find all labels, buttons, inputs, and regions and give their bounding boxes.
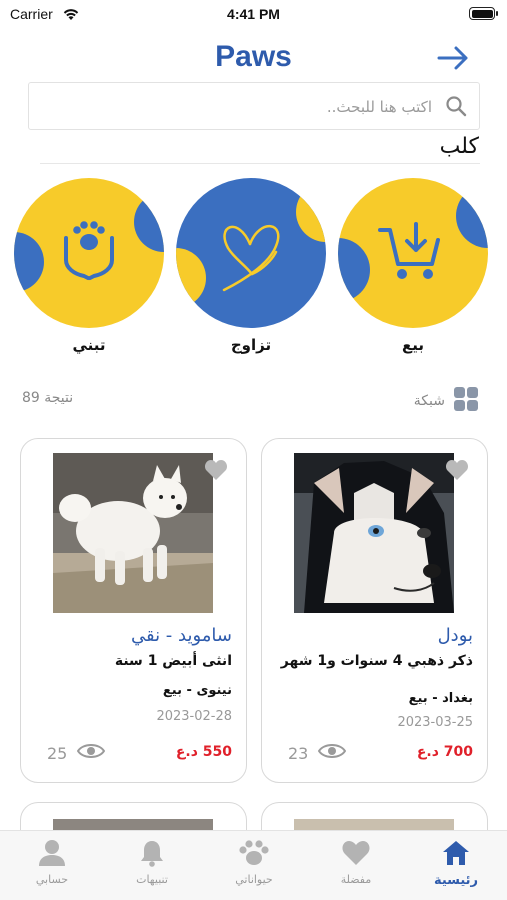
tab-my-pets[interactable]: حيواناتي [214, 839, 294, 886]
paw-icon [239, 840, 269, 865]
view-count: 25 [47, 743, 68, 763]
action-mating[interactable]: تزاوج [176, 178, 326, 354]
listing-price: 700 د.ع [416, 744, 473, 760]
eye-icon [318, 742, 347, 764]
pet-location: نينوى - بيع [162, 683, 232, 698]
adoption-label: تبني [72, 336, 106, 354]
pet-description: انثى أبيض 1 سنة [114, 653, 232, 669]
search-box [28, 82, 480, 130]
listing-date: 2023-02-28 [156, 709, 232, 724]
category-title: كلب [439, 134, 479, 159]
sell-circle[interactable] [338, 178, 488, 328]
bottom-tab-bar: رئيسية مفضلة حيواناتي تنبيهات حسابي [0, 830, 507, 900]
tab-label: تنبيهات [136, 873, 168, 886]
mating-circle[interactable] [176, 178, 326, 328]
adoption-circle[interactable] [14, 178, 164, 328]
listing-date: 2023-03-25 [397, 715, 473, 730]
results-count: 89 نتيجة [22, 390, 74, 406]
grid-view-label: شبكة [413, 393, 445, 409]
bell-icon [141, 841, 163, 867]
listing-card[interactable]: ساموید - نقي انثى أبيض 1 سنة نينوى - بيع… [20, 438, 247, 783]
eye-icon [77, 742, 106, 764]
grid-view-toggle[interactable]: شبكة [414, 386, 479, 416]
pet-description: ذكر ذهبي 4 سنوات و1 شهر [280, 653, 473, 669]
tab-label: رئيسية [433, 873, 479, 888]
cart-download-icon [378, 222, 440, 266]
pet-photo[interactable] [294, 453, 454, 613]
battery-icon [469, 7, 498, 20]
search-icon[interactable] [445, 95, 467, 121]
status-bar: Carrier 4:41 PM [0, 0, 507, 30]
tab-favorites[interactable]: مفضلة [316, 839, 396, 886]
views-counter: 23 [288, 742, 347, 764]
tab-notifications[interactable]: تنبيهات [112, 839, 192, 886]
heart-icon [342, 841, 370, 865]
user-icon [39, 840, 65, 866]
heart-icon [222, 224, 280, 292]
search-input[interactable] [37, 91, 432, 123]
sell-label: بيع [401, 336, 424, 354]
tab-account[interactable]: حسابي [12, 839, 92, 886]
home-icon [443, 841, 469, 865]
pet-breed: ساموید - نقي [130, 625, 232, 646]
forward-arrow-icon[interactable] [436, 44, 470, 72]
listing-price: 550 د.ع [175, 744, 232, 760]
listing-card[interactable]: بودل ذكر ذهبي 4 سنوات و1 شهر بغداد - بيع… [261, 438, 488, 783]
action-sell[interactable]: بيع [338, 178, 488, 354]
favorite-heart-icon[interactable] [445, 459, 469, 485]
hands-paw-icon [73, 221, 105, 250]
mating-label: تزاوج [230, 336, 272, 354]
favorite-heart-icon[interactable] [204, 459, 228, 485]
pet-location: بغداد - بيع [408, 691, 473, 706]
pet-photo[interactable] [53, 453, 213, 613]
tab-label: حسابي [35, 873, 69, 886]
tab-label: مفضلة [340, 873, 372, 886]
tab-label: حيواناتي [235, 873, 273, 886]
grid-icon[interactable] [453, 386, 479, 416]
view-count: 23 [288, 743, 309, 763]
pet-breed: بودل [437, 625, 473, 646]
clock: 4:41 PM [227, 6, 280, 22]
app-title: Paws [215, 40, 292, 73]
views-counter: 25 [47, 742, 106, 764]
action-adoption[interactable]: تبني [14, 178, 164, 354]
tab-home[interactable]: رئيسية [416, 839, 496, 888]
divider [40, 163, 480, 164]
